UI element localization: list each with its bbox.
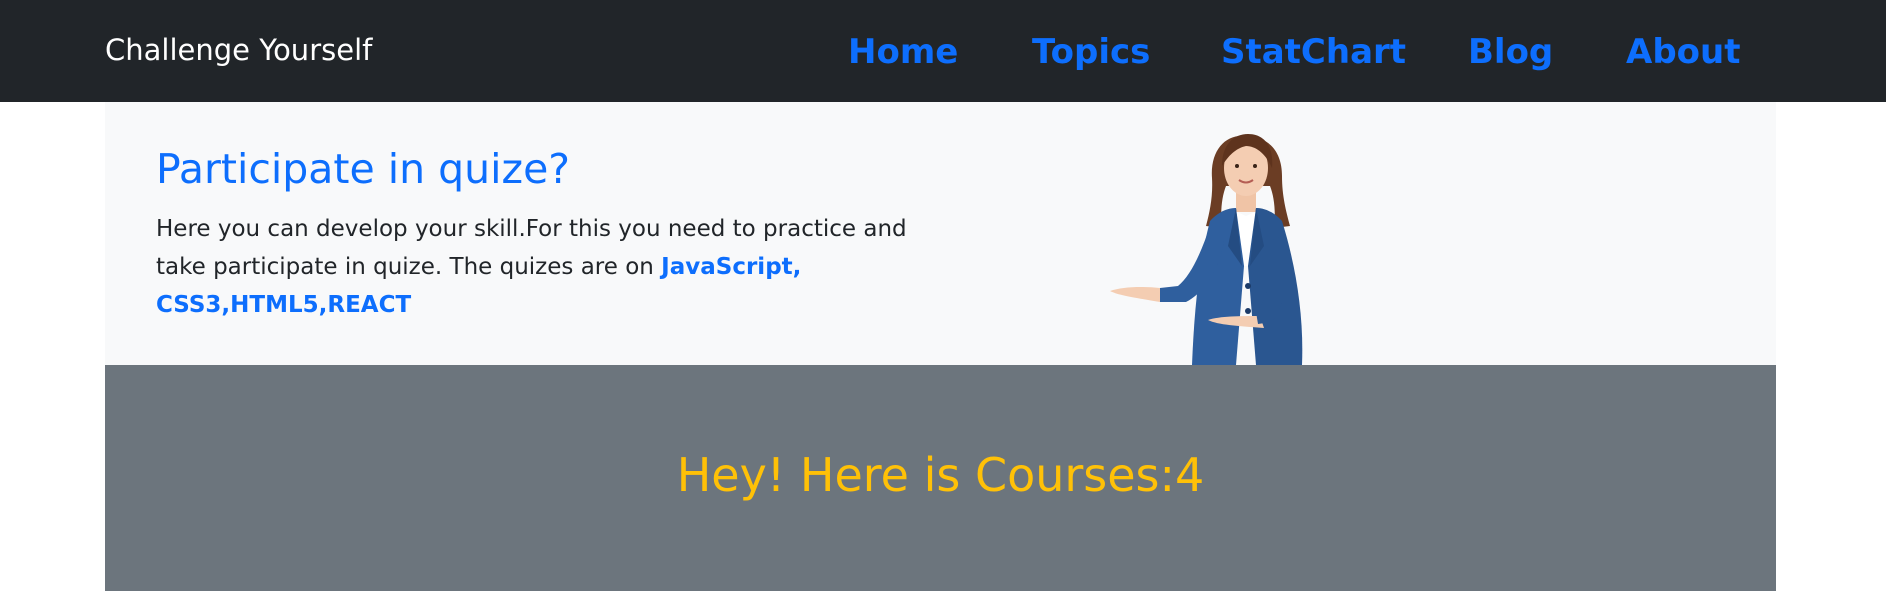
nav-link-about[interactable]: About — [1626, 30, 1740, 74]
courses-heading-text: Hey! Here is Courses: — [676, 448, 1176, 502]
hero-section: Participate in quize? Here you can devel… — [105, 102, 1776, 365]
hero-title: Participate in quize? — [156, 145, 571, 193]
nav-link-blog[interactable]: Blog — [1468, 30, 1553, 74]
nav-link-statchart[interactable]: StatChart — [1221, 30, 1406, 74]
courses-count-value: 4 — [1175, 448, 1205, 502]
businesswoman-presenting-illustration — [1110, 134, 1303, 365]
brand-link[interactable]: Challenge Yourself — [105, 30, 372, 70]
nav-link-topics[interactable]: Topics — [1032, 30, 1150, 74]
nav-link-home[interactable]: Home — [848, 30, 958, 74]
courses-banner: Hey! Here is Courses:4 — [105, 365, 1776, 591]
courses-count-heading: Hey! Here is Courses:4 — [105, 445, 1776, 505]
top-navbar: Challenge Yourself Home Topics StatChart… — [0, 0, 1886, 102]
hero-description: Here you can develop your skill.For this… — [156, 210, 916, 324]
